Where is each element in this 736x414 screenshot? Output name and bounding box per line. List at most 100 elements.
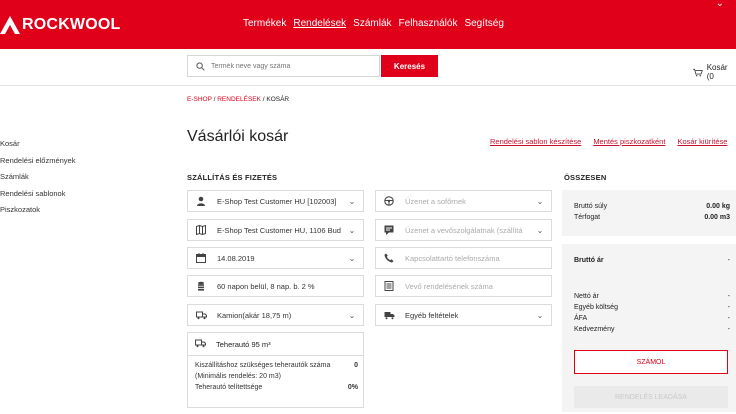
place-order-button[interactable]: RENDELÉS LEADÁSA — [574, 386, 728, 408]
divider — [188, 355, 363, 356]
vehicle-type-value: Kamion(akár 18,75 m) — [217, 310, 292, 320]
customer-select[interactable]: E-Shop Test Customer HU [102003] ⌄ — [187, 190, 364, 212]
truck-fill-value: 0% — [347, 384, 358, 391]
save-draft-link[interactable]: Mentés piszkozatként — [593, 137, 665, 146]
cart-label: Kosár (0 — [706, 63, 728, 81]
net-price-value: - — [727, 293, 730, 300]
chevron-down-icon: ⌄ — [348, 253, 356, 263]
account-chevron-icon[interactable]: ⌄ — [716, 0, 724, 9]
chevron-down-icon: ⌄ — [348, 225, 356, 235]
search-bar: Keresés Kosár (0 — [0, 49, 736, 86]
gross-weight-row: Bruttó súly 0.00 kg — [574, 203, 730, 210]
calendar-icon — [195, 252, 207, 264]
driver-message-select[interactable]: Üzenet a sofőrnek ⌄ — [375, 190, 552, 212]
delivery-date-select[interactable]: 14.08.2019 ⌄ — [187, 247, 364, 269]
rockwool-logo-mark — [0, 16, 20, 34]
net-price-row: Nettó ár - — [574, 293, 730, 300]
customer-value: E-Shop Test Customer HU [102003] — [217, 196, 337, 206]
truck-icon — [383, 309, 395, 321]
gross-price-value: - — [727, 257, 730, 264]
sidebar-item-szamlak[interactable]: Számlák — [0, 169, 75, 186]
vat-row: ÁFA - — [574, 315, 730, 322]
minimum-order-note: (Minimális rendelés: 20 m3) — [195, 373, 281, 380]
shipping-section-title: SZÁLLÍTÁS ÉS FIZETÉS — [187, 173, 278, 182]
net-price-label: Nettó ár — [574, 293, 599, 300]
gross-price-block: Bruttó ár - — [562, 244, 736, 278]
customer-service-message-select[interactable]: Üzenet a vevőszolgálatnak (szállítá ⌄ — [375, 219, 552, 241]
other-cost-value: - — [727, 304, 730, 311]
top-navigation-bar: ROCKWOOL Termékek Rendelések Számlák Fel… — [0, 0, 736, 49]
vehicle-type-select[interactable]: Kamion(akár 18,75 m) ⌄ — [187, 304, 364, 326]
breadcrumb-rendelesek[interactable]: RENDELÉSEK — [217, 96, 261, 103]
delivery-address-select[interactable]: E-Shop Test Customer HU, 1106 Bud ⌄ — [187, 219, 364, 241]
sidebar: Kosár Rendelési előzmények Számlák Rende… — [0, 86, 176, 414]
other-conditions-select[interactable]: Egyéb feltételek ⌄ — [375, 304, 552, 326]
chevron-down-icon: ⌄ — [536, 196, 544, 206]
calculate-button[interactable]: SZÁMOL — [574, 350, 728, 374]
customer-order-number-placeholder: Vevő rendelésének száma — [405, 281, 493, 291]
contact-phone-placeholder: Kapcsolattartó telefonszáma — [405, 253, 500, 263]
discount-label: Kedvezmény — [574, 326, 615, 333]
volume-row: Térfogat 0.00 m3 — [574, 214, 730, 221]
cart-link[interactable]: Kosár (0 — [693, 63, 736, 81]
truck-fill-row: Teherautó telítettsége 0% — [195, 384, 358, 391]
discount-value: - — [727, 326, 730, 333]
sidebar-item-rendelesi-elozmenyek[interactable]: Rendelési előzmények — [0, 153, 75, 170]
main-content: E-SHOP / RENDELÉSEK / KOSÁR Vásárlói kos… — [176, 86, 736, 414]
truck-icon — [195, 309, 207, 321]
create-template-link[interactable]: Rendelési sablon készítése — [490, 137, 581, 146]
document-icon — [383, 280, 395, 292]
customer-service-placeholder: Üzenet a vevőszolgálatnak (szállítá — [405, 225, 523, 235]
page-title: Vásárlói kosár — [187, 128, 289, 145]
nav-segitseg[interactable]: Segítség — [464, 18, 503, 29]
brand-name: ROCKWOOL — [22, 16, 121, 33]
person-icon — [195, 195, 207, 207]
trucks-needed-row: Kiszállításhoz szükséges teherautók szám… — [195, 362, 358, 369]
chevron-down-icon: ⌄ — [348, 196, 356, 206]
nav-szamlak[interactable]: Számlák — [353, 18, 391, 29]
vat-label: ÁFA — [574, 315, 588, 322]
breadcrumb: E-SHOP / RENDELÉSEK / KOSÁR — [187, 96, 289, 103]
empty-cart-link[interactable]: Kosár kiürítése — [677, 137, 727, 146]
gross-price-row: Bruttó ár - — [574, 257, 730, 264]
search-field[interactable] — [187, 55, 380, 77]
gross-price-label: Bruttó ár — [574, 257, 604, 264]
sidebar-item-rendelesi-sablonok[interactable]: Rendelési sablonok — [0, 186, 75, 203]
date-value: 14.08.2019 — [217, 253, 255, 263]
support-icon — [383, 224, 395, 236]
cart-actions: Rendelési sablon készítése Mentés piszko… — [490, 137, 736, 146]
breadcrumb-eshop[interactable]: E-SHOP — [187, 96, 212, 103]
chevron-down-icon: ⌄ — [536, 310, 544, 320]
nav-termekek[interactable]: Termékek — [243, 18, 286, 29]
nav-rendelesek[interactable]: Rendelések — [293, 18, 346, 29]
search-button[interactable]: Keresés — [381, 55, 438, 77]
chevron-down-icon: ⌄ — [536, 225, 544, 235]
truck-fill-label: Teherautó telítettsége — [195, 384, 263, 391]
coins-icon — [195, 280, 207, 292]
driver-message-placeholder: Üzenet a sofőrnek — [405, 196, 466, 206]
breadcrumb-kosar: KOSÁR — [266, 96, 290, 103]
payment-terms-value: 60 napon belül, 8 nap. b. 2 % — [217, 281, 315, 291]
sidebar-item-piszkozatok[interactable]: Piszkozatok — [0, 202, 75, 219]
volume-label: Térfogat — [574, 214, 601, 221]
phone-icon — [383, 252, 395, 264]
contact-phone-input[interactable]: Kapcsolattartó telefonszáma — [375, 247, 552, 269]
truck-icon — [195, 338, 206, 350]
nav-felhasznalok[interactable]: Felhasználók — [399, 18, 458, 29]
sidebar-item-kosar[interactable]: Kosár — [0, 136, 75, 153]
customer-order-number-input[interactable]: Vevő rendelésének száma — [375, 275, 552, 297]
weight-block: Bruttó súly 0.00 kg Térfogat 0.00 m3 — [562, 190, 736, 236]
other-cost-label: Egyéb költség — [574, 304, 618, 311]
other-conditions-value: Egyéb feltételek — [405, 310, 459, 320]
volume-value: 0.00 m3 — [704, 214, 730, 221]
map-icon — [195, 224, 207, 236]
gross-weight-value: 0.00 kg — [706, 203, 730, 210]
search-input[interactable] — [211, 62, 371, 70]
cart-icon — [693, 68, 703, 76]
other-cost-row: Egyéb költség - — [574, 304, 730, 311]
main-nav: Termékek Rendelések Számlák Felhasználók… — [243, 18, 511, 29]
payment-terms-field: 60 napon belül, 8 nap. b. 2 % — [187, 275, 364, 297]
discount-row: Kedvezmény - — [574, 326, 730, 333]
truck-capacity-box: Teherautó 95 m³ Kiszállításhoz szükséges… — [187, 332, 364, 408]
rockwool-logo[interactable]: ROCKWOOL — [0, 15, 120, 35]
